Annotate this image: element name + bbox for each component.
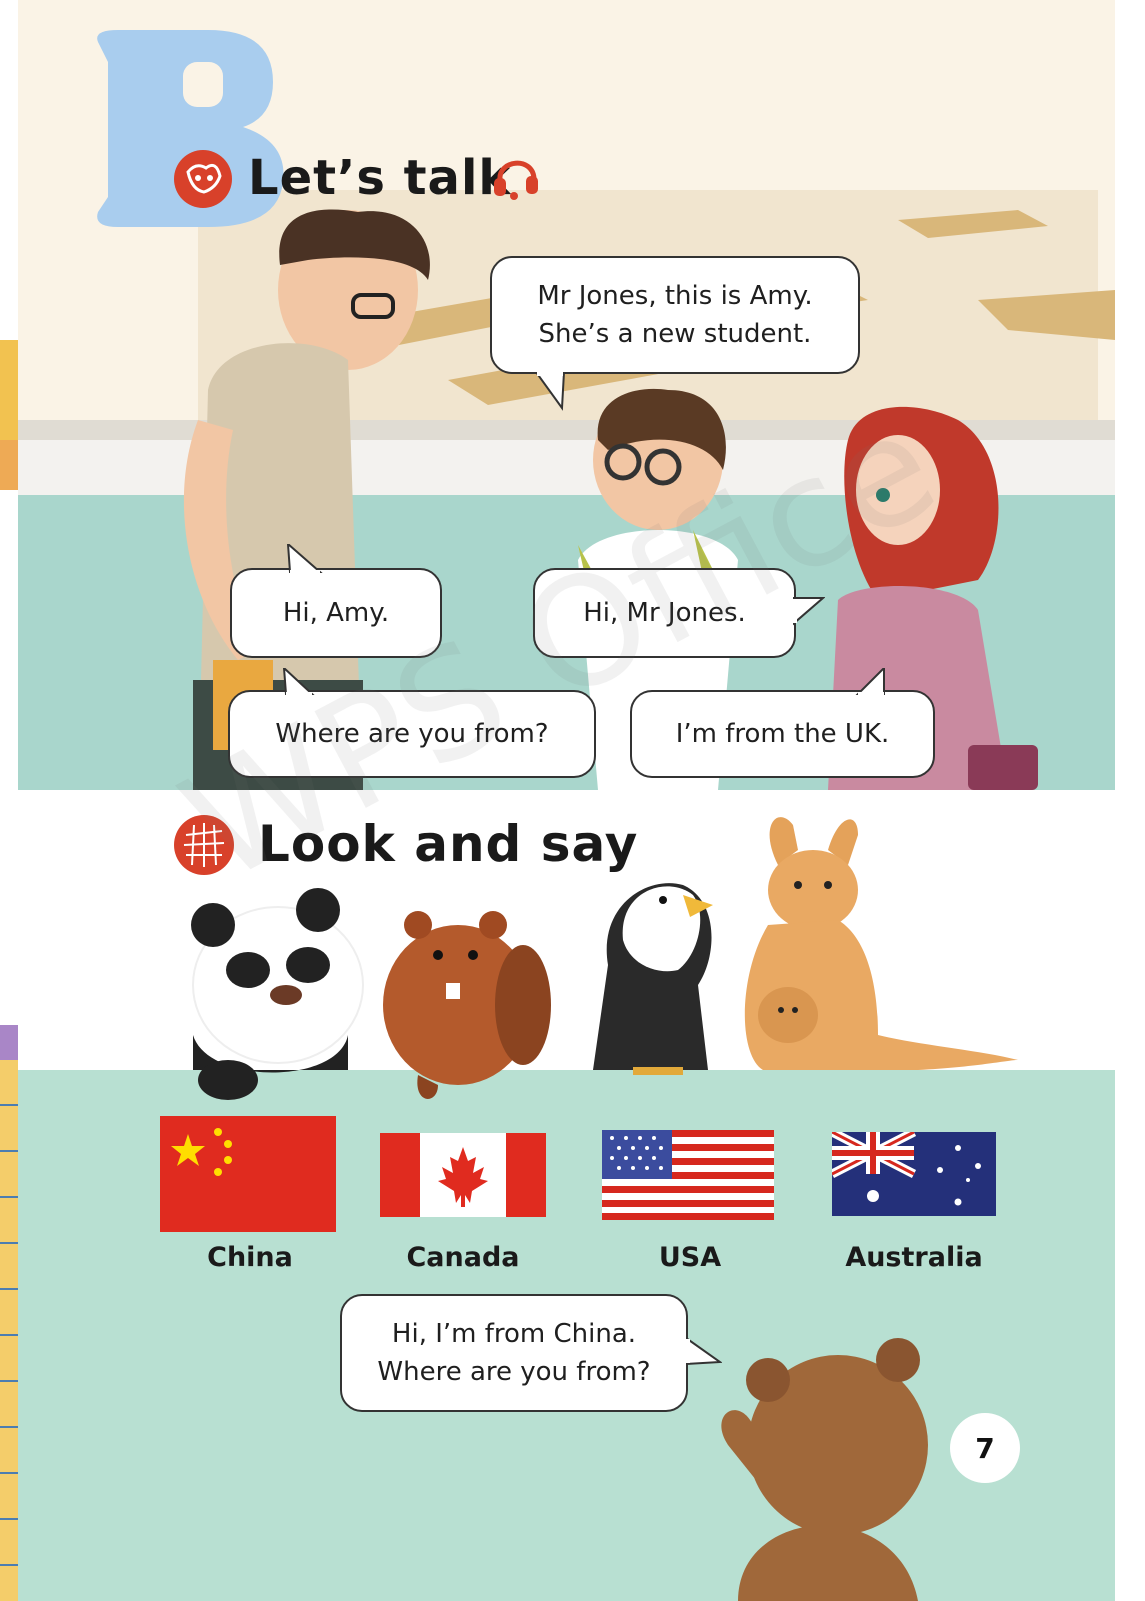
bubble-intro-line2: She’s a new student.: [538, 319, 812, 349]
bubble-from-china-line2: Where are you from?: [377, 1357, 651, 1387]
bear-figure: [721, 1338, 928, 1601]
bubble-tail: [793, 597, 825, 626]
side-tab-purple: [0, 1025, 18, 1060]
canada-flag-icon: [380, 1133, 546, 1217]
look-and-say-icon: [174, 815, 234, 875]
flag-label-usa: USA: [658, 1242, 722, 1273]
australia-flag-icon: [832, 1132, 996, 1216]
flag-label-australia: Australia: [845, 1242, 983, 1273]
lets-talk-icon: [174, 150, 232, 208]
bubble-intro-line1: Mr Jones, this is Amy.: [537, 281, 813, 311]
bubble-hi-mr-jones: Hi, Mr Jones.: [533, 568, 825, 658]
lets-talk-title: Let’s talk: [248, 150, 512, 206]
bubble-tail: [286, 544, 323, 574]
bubble-tail: [686, 1336, 722, 1366]
bubble-where-from-text: Where are you from?: [275, 719, 549, 749]
bubble-from-china-line1: Hi, I’m from China.: [391, 1319, 637, 1349]
china-flag-icon: [160, 1116, 336, 1232]
usa-flag-icon: [602, 1130, 774, 1220]
flag-label-canada: Canada: [406, 1242, 520, 1273]
bubble-tail: [855, 668, 885, 696]
bubble-hi-amy-text: Hi, Amy.: [282, 598, 390, 628]
side-tab-orange-dark: [0, 440, 18, 490]
bubble-hi-mr-jones-text: Hi, Mr Jones.: [583, 598, 746, 628]
bubble-intro: Mr Jones, this is Amy. She’s a new stude…: [490, 256, 860, 411]
bubble-where-from: Where are you from?: [228, 668, 596, 778]
bubble-from-uk-text: I’m from the UK.: [675, 719, 890, 749]
headphones-icon[interactable]: [492, 150, 540, 202]
bubble-hi-amy: Hi, Amy.: [230, 544, 442, 658]
page-number: 7: [950, 1413, 1020, 1483]
side-tab-lines: [0, 1060, 18, 1601]
flag-label-china: China: [207, 1242, 293, 1273]
bubble-tail: [282, 668, 315, 696]
bubble-from-china: Hi, I’m from China. Where are you from?: [340, 1294, 722, 1412]
bubble-from-uk: I’m from the UK.: [630, 668, 935, 778]
look-and-say-title: Look and say: [258, 815, 639, 873]
bubble-tail: [534, 372, 566, 411]
